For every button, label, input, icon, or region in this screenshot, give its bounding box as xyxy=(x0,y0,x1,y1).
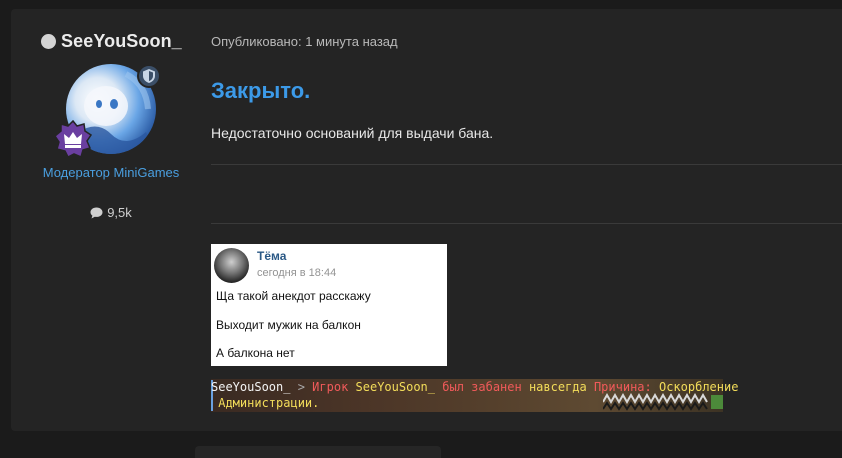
chat-log-line: Администрации. xyxy=(211,396,319,410)
author-role[interactable]: Модератор MiniGames xyxy=(11,165,211,180)
post-body: Недостаточно оснований для выдачи бана. xyxy=(211,125,494,141)
chat-reason: Администрации. xyxy=(211,396,320,410)
crown-rank-icon xyxy=(54,120,92,158)
shield-icon xyxy=(137,64,161,88)
comment-icon xyxy=(90,207,103,218)
divider xyxy=(211,223,842,224)
author-username[interactable]: SeeYouSoon_ xyxy=(41,31,182,52)
author-avatar-container[interactable] xyxy=(54,64,161,158)
chat-log-line: SeeYouSoon_ > Игрок SeeYouSoon_ был заба… xyxy=(211,380,738,394)
chat-sender: SeeYouSoon_ xyxy=(211,380,291,394)
next-post-stub xyxy=(195,446,441,458)
chat-arrow: > xyxy=(290,380,313,394)
vk-sender-name: Тёма xyxy=(257,249,287,263)
divider xyxy=(211,164,842,165)
post-author-sidebar: SeeYouSoon_ Модератор MiniGames 9,5k xyxy=(11,9,211,431)
chat-text: Причина: xyxy=(586,380,659,394)
vk-avatar xyxy=(214,248,249,283)
vk-message-time: сегодня в 18:44 xyxy=(257,267,337,279)
messages-count: 9,5k xyxy=(107,205,132,220)
author-username-text[interactable]: SeeYouSoon_ xyxy=(61,31,182,52)
forum-post: SeeYouSoon_ Модератор MiniGames 9,5k Опу… xyxy=(11,9,842,431)
chat-duration: навсегда xyxy=(528,380,587,394)
chat-background-decoration xyxy=(603,393,723,411)
chat-text: был забанен xyxy=(435,380,529,394)
chat-reason: Оскорбление xyxy=(658,380,739,394)
chat-player: SeeYouSoon_ xyxy=(355,380,436,394)
vk-message-line: Ща такой анекдот расскажу xyxy=(216,289,371,303)
post-heading: Закрыто. xyxy=(211,78,311,103)
status-dot-icon xyxy=(41,34,56,49)
messages-stat: 9,5k xyxy=(11,205,211,220)
game-chat-screenshot: SeeYouSoon_ > Игрок SeeYouSoon_ был заба… xyxy=(211,379,738,412)
post-published-time: Опубликовано: 1 минута назад xyxy=(211,34,398,49)
vk-message-line: А балкона нет xyxy=(216,346,295,360)
chat-text: Игрок xyxy=(312,380,356,394)
vk-message-line: Выходит мужик на балкон xyxy=(216,318,361,332)
vk-message-screenshot: Тёма сегодня в 18:44 Ща такой анекдот ра… xyxy=(211,244,447,366)
